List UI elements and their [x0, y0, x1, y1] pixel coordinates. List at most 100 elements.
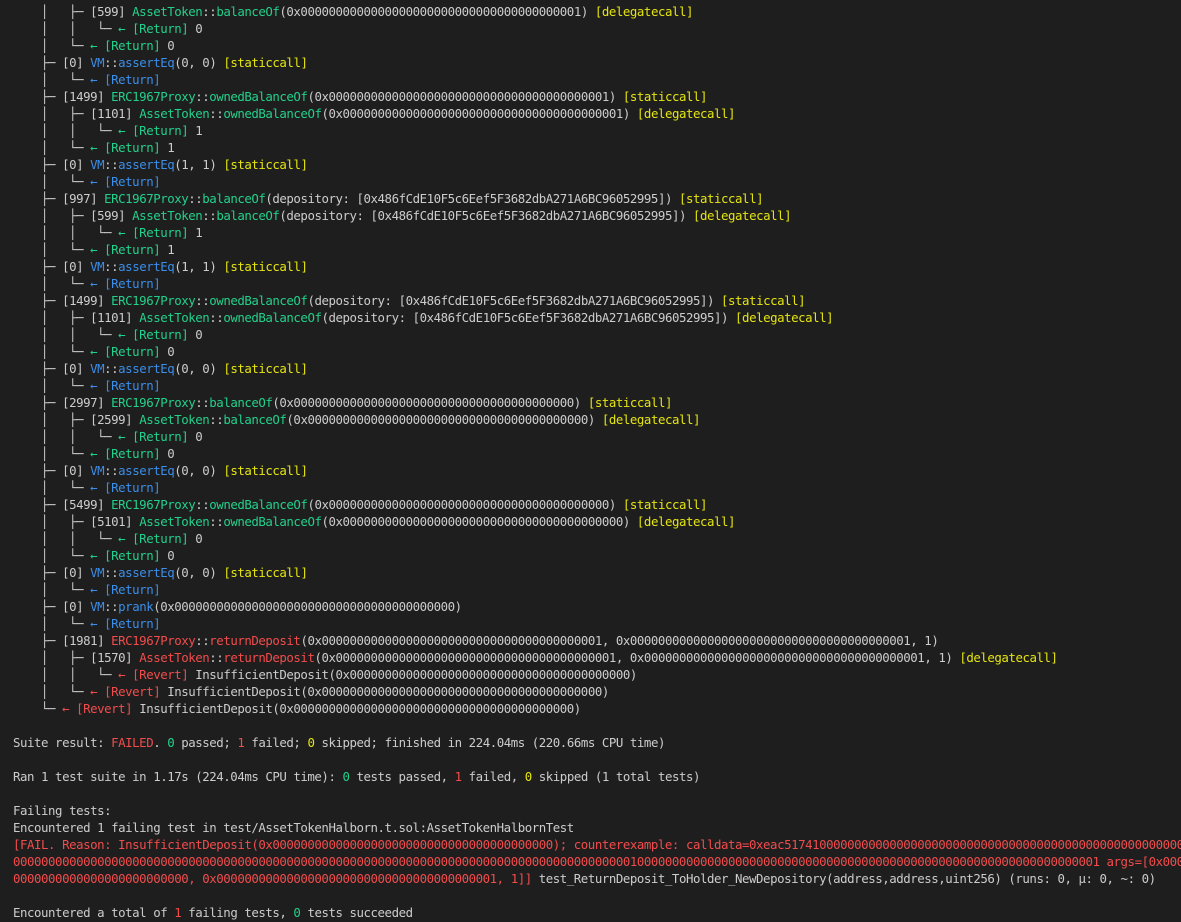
terminal-line: │ └─ ← [Return] 1 — [13, 241, 175, 258]
text-segment: balanceOf — [223, 412, 287, 427]
text-segment: returnDeposit — [209, 633, 301, 648]
text-segment: VM — [90, 157, 105, 172]
text-segment: 0 — [160, 344, 175, 359]
text-segment: │ │ └─ — [13, 123, 119, 138]
text-segment: assertEq — [118, 463, 175, 478]
text-segment: AssetToken — [132, 4, 203, 19]
text-segment: :: — [104, 463, 119, 478]
text-segment: [delegatecall] — [692, 208, 792, 223]
terminal-line: ├─ [0] VM::prank(0x000000000000000000000… — [13, 598, 462, 615]
terminal-line: ├─ [2997] ERC1967Proxy::balanceOf(0x0000… — [13, 394, 672, 411]
terminal-line: │ ├─ [5101] AssetToken::ownedBalanceOf(0… — [13, 513, 735, 530]
text-segment: └─ — [13, 701, 63, 716]
text-segment: (depository: [0x486fCdE10F5c6Eef5F3682db… — [279, 208, 693, 223]
text-segment: tests succeeded — [300, 905, 413, 920]
text-segment: │ │ └─ — [13, 667, 119, 682]
text-segment: ← [Return] — [118, 225, 189, 240]
terminal-line: │ │ └─ ← [Return] 0 — [13, 326, 203, 343]
text-segment: │ │ └─ — [13, 531, 119, 546]
text-segment: │ └─ — [13, 174, 91, 189]
terminal-line: │ ├─ [1101] AssetToken::ownedBalanceOf(d… — [13, 309, 834, 326]
text-segment: ← [Return] — [118, 123, 189, 138]
text-segment: │ ├─ [5101] — [13, 514, 140, 529]
text-segment: ← [Return] — [118, 429, 189, 444]
text-segment: ownedBalanceOf — [223, 310, 322, 325]
text-segment: │ ├─ [2599] — [13, 412, 140, 427]
text-segment: ← [Return] — [90, 242, 161, 257]
text-segment: │ ├─ [1101] — [13, 106, 140, 121]
text-segment: :: — [195, 633, 210, 648]
text-segment: ← [Return] — [118, 21, 189, 36]
text-segment: (0x0000000000000000000000000000000000000… — [272, 395, 588, 410]
text-segment: ERC1967Proxy — [111, 89, 196, 104]
text-segment: (1, 1) — [174, 259, 224, 274]
text-segment: AssetToken — [139, 106, 210, 121]
terminal-line: ├─ [0] VM::assertEq(0, 0) [staticcall] — [13, 54, 308, 71]
terminal-line: │ └─ ← [Return] 1 — [13, 139, 175, 156]
text-segment: :: — [209, 310, 224, 325]
text-segment: │ └─ — [13, 72, 91, 87]
text-segment: ├─ [0] — [13, 463, 91, 478]
text-segment: [staticcall] — [678, 191, 764, 206]
text-segment: ownedBalanceOf — [209, 89, 308, 104]
text-segment: failed, — [461, 769, 525, 784]
text-segment: prank — [118, 599, 154, 614]
terminal-line: │ └─ ← [Return] 0 — [13, 547, 175, 564]
text-segment: (0x0000000000000000000000000000000000000… — [307, 497, 623, 512]
terminal-line: │ │ └─ ← [Revert] InsufficientDeposit(0x… — [13, 666, 637, 683]
terminal-line: │ └─ ← [Return] 0 — [13, 445, 175, 462]
text-segment: 1 — [160, 140, 175, 155]
text-segment: [delegatecall] — [735, 310, 834, 325]
text-segment: :: — [104, 565, 119, 580]
terminal-line: │ └─ ← [Return] 0 — [13, 343, 175, 360]
text-segment: assertEq — [118, 55, 175, 70]
text-segment: VM — [90, 565, 105, 580]
text-segment: ← [Return] — [90, 582, 161, 597]
text-segment: ERC1967Proxy — [111, 395, 196, 410]
terminal-line: Suite result: FAILED. 0 passed; 1 failed… — [13, 734, 665, 751]
text-segment: Ran 1 test suite in 1.17s (224.04ms CPU … — [13, 769, 343, 784]
text-segment: Suite result: — [13, 735, 112, 750]
text-segment: InsufficientDeposit(0x000000000000000000… — [160, 684, 609, 699]
text-segment: [staticcall] — [622, 497, 708, 512]
text-segment: assertEq — [118, 565, 175, 580]
terminal-line: │ ├─ [1101] AssetToken::ownedBalanceOf(0… — [13, 105, 735, 122]
terminal-line: │ └─ ← [Return] — [13, 377, 161, 394]
terminal-line: │ ├─ [2599] AssetToken::balanceOf(0x0000… — [13, 411, 700, 428]
text-segment: returnDeposit — [223, 650, 315, 665]
text-segment: 0 — [188, 531, 203, 546]
text-segment: InsufficientDeposit(0x000000000000000000… — [132, 701, 581, 716]
text-segment: :: — [188, 191, 203, 206]
text-segment: :: — [195, 89, 210, 104]
text-segment: │ │ └─ — [13, 327, 119, 342]
text-segment: [delegatecall] — [959, 650, 1058, 665]
terminal-line: │ └─ ← [Return] — [13, 275, 161, 292]
text-segment: balanceOf — [216, 208, 280, 223]
text-segment: (0x0000000000000000000000000000000000000… — [321, 106, 637, 121]
text-segment: AssetToken — [132, 208, 203, 223]
text-segment: [delegatecall] — [636, 514, 736, 529]
text-segment: Encountered 1 failing test in test/Asset… — [13, 820, 574, 835]
terminal-line: │ │ └─ ← [Return] 0 — [13, 428, 203, 445]
text-segment: (0x0000000000000000000000000000000000000… — [300, 633, 939, 648]
terminal-output[interactable]: │ ├─ [599] AssetToken::balanceOf(0x00000… — [0, 0, 1181, 922]
terminal-line: ├─ [0] VM::assertEq(0, 0) [staticcall] — [13, 564, 308, 581]
text-segment: │ └─ — [13, 242, 91, 257]
terminal-line: ├─ [5499] ERC1967Proxy::ownedBalanceOf(0… — [13, 496, 707, 513]
text-segment: ├─ [0] — [13, 259, 91, 274]
text-segment: balanceOf — [202, 191, 266, 206]
text-segment: :: — [104, 599, 119, 614]
text-segment: ← [Revert] — [90, 684, 161, 699]
text-segment: Encountered a total of — [13, 905, 175, 920]
text-segment: :: — [104, 55, 119, 70]
terminal-line: ├─ [0] VM::assertEq(0, 0) [staticcall] — [13, 360, 308, 377]
text-segment: ├─ [0] — [13, 157, 91, 172]
text-segment: :: — [202, 208, 217, 223]
terminal-line: │ │ └─ ← [Return] 0 — [13, 20, 203, 37]
terminal-line: │ ├─ [1570] AssetToken::returnDeposit(0x… — [13, 649, 1058, 666]
text-segment: VM — [90, 463, 105, 478]
text-segment: ownedBalanceOf — [209, 293, 308, 308]
terminal-line: 0000000000000000000000000, 0x00000000000… — [13, 870, 1156, 887]
text-segment: [staticcall] — [223, 361, 308, 376]
terminal-line: ├─ [0] VM::assertEq(1, 1) [staticcall] — [13, 156, 308, 173]
